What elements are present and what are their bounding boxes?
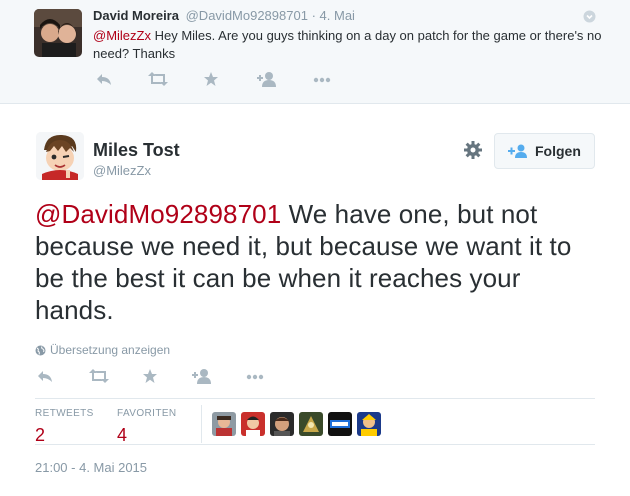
- more-icon[interactable]: [246, 368, 268, 386]
- author-name[interactable]: David Moreira: [93, 8, 179, 23]
- avatar[interactable]: [357, 412, 381, 436]
- follow-label: Folgen: [535, 143, 581, 159]
- author-handle[interactable]: @DavidMo92898701: [186, 8, 308, 23]
- reply-tweet[interactable]: David Moreira @DavidMo92898701 · 4. Mai …: [0, 0, 630, 104]
- retweet-icon[interactable]: [88, 368, 110, 386]
- follow-icon[interactable]: [192, 368, 214, 386]
- tweet-stats: RETWEETS 2 FAVORITEN 4: [35, 398, 595, 446]
- avatar[interactable]: [241, 412, 265, 436]
- dropdown-icon[interactable]: [583, 10, 596, 23]
- retweet-icon[interactable]: [147, 71, 169, 89]
- author-handle[interactable]: @MilezZx: [93, 163, 151, 178]
- tweet-text: @MilezZx Hey Miles. Are you guys thinkin…: [93, 27, 613, 63]
- reply-icon[interactable]: [36, 368, 58, 386]
- translate-label: Übersetzung anzeigen: [50, 343, 171, 357]
- separator: ·: [311, 8, 316, 23]
- avatar[interactable]: [299, 412, 323, 436]
- tweet-timestamp[interactable]: 21:00 - 4. Mai 2015: [35, 460, 147, 475]
- divider: [201, 405, 202, 443]
- mention-link[interactable]: @MilezZx: [93, 28, 151, 43]
- avatar[interactable]: [328, 412, 352, 436]
- follow-button[interactable]: Folgen: [494, 133, 595, 169]
- follow-icon: [508, 144, 528, 158]
- favorite-icon[interactable]: [142, 368, 164, 386]
- favorites-stat[interactable]: FAVORITEN 4: [117, 408, 177, 446]
- tweet-body: Hey Miles. Are you guys thinking on a da…: [93, 28, 602, 61]
- globe-icon: [35, 345, 46, 356]
- favorites-count: 4: [117, 425, 128, 445]
- retweets-count: 2: [35, 425, 46, 445]
- divider: [35, 444, 595, 445]
- favorite-icon[interactable]: [203, 71, 225, 89]
- reply-icon[interactable]: [95, 71, 117, 89]
- reply-header: David Moreira @DavidMo92898701 · 4. Mai: [93, 8, 355, 23]
- favorites-label: FAVORITEN: [117, 408, 177, 419]
- more-icon[interactable]: [313, 71, 335, 89]
- retweets-stat[interactable]: RETWEETS 2: [35, 408, 94, 446]
- avatar[interactable]: [36, 132, 84, 180]
- retweets-label: RETWEETS: [35, 408, 94, 419]
- mention-link[interactable]: @DavidMo92898701: [35, 199, 281, 229]
- translate-link[interactable]: Übersetzung anzeigen: [35, 343, 170, 357]
- avatar[interactable]: [34, 9, 82, 57]
- tweet-time[interactable]: 4. Mai: [320, 8, 355, 23]
- follow-icon[interactable]: [257, 71, 279, 89]
- gear-icon[interactable]: [463, 140, 483, 160]
- tweet-text: @DavidMo92898701 We have one, but not be…: [35, 198, 595, 326]
- avatar[interactable]: [212, 412, 236, 436]
- author-name[interactable]: Miles Tost: [93, 140, 180, 161]
- avatar[interactable]: [270, 412, 294, 436]
